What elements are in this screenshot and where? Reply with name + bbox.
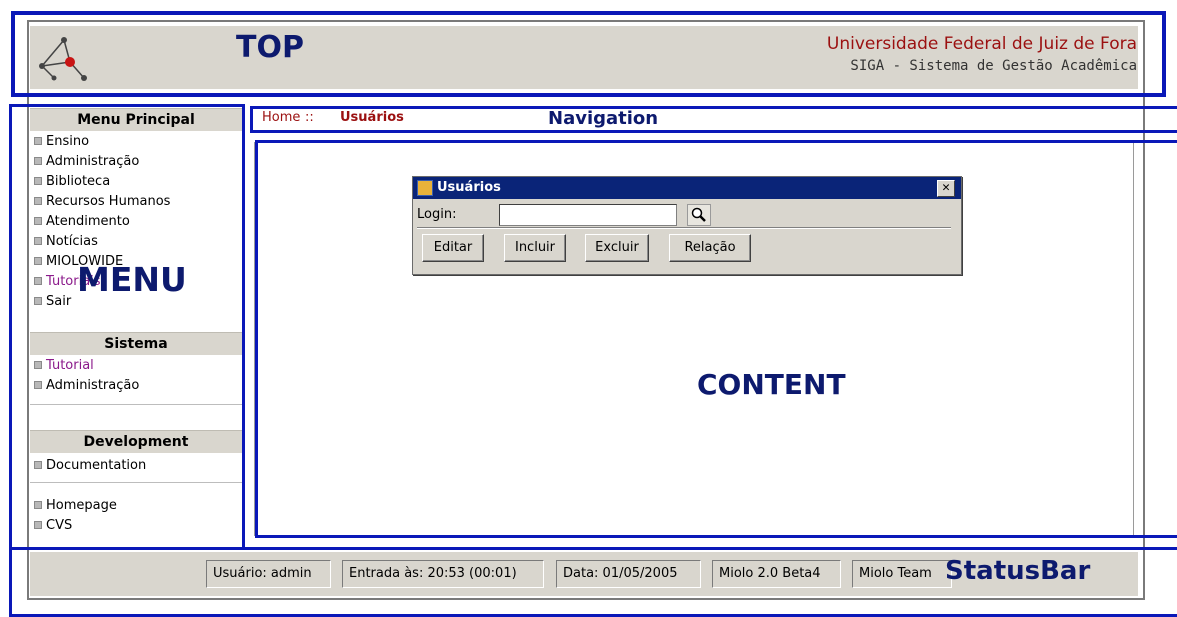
menu-annotation-label: MENU [77, 260, 187, 299]
content-region-box [255, 140, 1177, 538]
navigation-region-box [250, 106, 1177, 133]
top-region-box [11, 11, 1166, 97]
content-annotation-label: CONTENT [697, 368, 846, 401]
statusbar-annotation-label: StatusBar [945, 556, 1091, 586]
navigation-annotation-label: Navigation [548, 108, 659, 129]
top-annotation-label: TOP [236, 30, 304, 65]
menu-region-box [9, 104, 245, 550]
